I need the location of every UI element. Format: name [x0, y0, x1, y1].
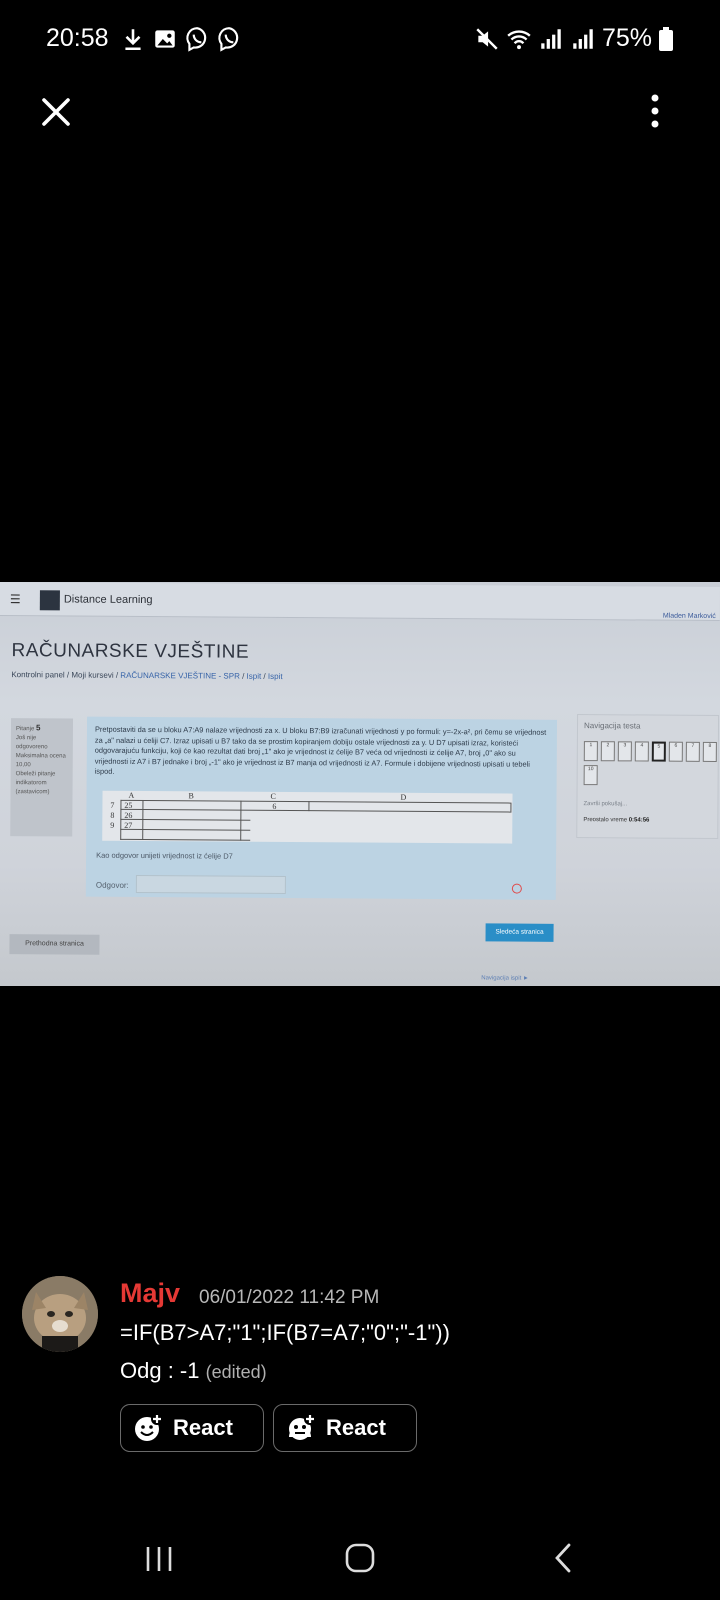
lms-logo: [39, 590, 60, 611]
answer-label: Odgovor:: [95, 880, 129, 890]
lms-app-name: Distance Learning: [63, 593, 153, 607]
add-reaction-alt-icon: [289, 1413, 316, 1440]
battery-percent: 75%: [601, 24, 652, 52]
react-button[interactable]: React: [273, 1404, 417, 1452]
viber-icon: [186, 27, 207, 52]
hamburger-icon: ☰: [9, 592, 21, 607]
quiz-navigation: Navigacija testa 1 2 3 4 5 6 7 8 10 Zavr…: [576, 714, 720, 840]
prev-page-button: Prethodna stranica: [9, 934, 100, 955]
image-icon: [155, 30, 175, 48]
message-timestamp: 06/01/2022 11:42 PM: [199, 1287, 380, 1308]
attached-photo[interactable]: ☰ Distance Learning Mladen Marković RAČU…: [0, 582, 720, 986]
signal-icon: [541, 28, 561, 49]
lms-topbar: ☰ Distance Learning Mladen Marković: [0, 582, 720, 622]
download-icon: [125, 29, 141, 51]
footer-link: Navigacija ispit ►: [481, 975, 529, 982]
answer-note: Kao odgovor unijeti vrijednost iz ćelije…: [96, 850, 233, 861]
message-text-line: =IF(B7>A7;"1";IF(B7=A7;"0";"-1")): [120, 1320, 450, 1345]
question-text: Pretpostaviti da se u bloku A7:A9 nalaze…: [94, 724, 547, 776]
system-nav-bar: [0, 1520, 720, 1600]
course-title: RAČUNARSKE VJEŠTINE: [11, 640, 250, 663]
status-bar: 20:58 75%: [0, 0, 720, 80]
message-text-line: Odg : -1 (edited): [120, 1358, 267, 1383]
react-button[interactable]: React: [120, 1404, 264, 1452]
add-reaction-icon: [135, 1413, 163, 1441]
wifi-icon: [507, 29, 531, 49]
status-time: 20:58: [46, 24, 109, 52]
close-icon[interactable]: [36, 92, 76, 132]
next-page-button: Sledeća stranica: [485, 923, 554, 942]
breadcrumb: Kontrolni panel / Moji kursevi / RAČUNAR…: [11, 670, 283, 681]
viber-icon: [218, 27, 239, 52]
avatar[interactable]: [22, 1276, 98, 1352]
more-vert-icon[interactable]: [645, 92, 665, 132]
error-icon: [511, 883, 522, 894]
mute-icon: [476, 27, 498, 50]
home-icon[interactable]: [344, 1542, 376, 1574]
signal-icon: [573, 28, 593, 49]
back-icon[interactable]: [553, 1542, 573, 1574]
spreadsheet-table: A B C D 7 25 6 8 26 9 27: [102, 790, 513, 844]
recent-apps-icon[interactable]: [144, 1544, 174, 1574]
battery-icon: [659, 26, 673, 51]
message-author[interactable]: Majv: [120, 1278, 180, 1309]
lms-user: Mladen Marković: [662, 612, 716, 620]
edited-label: (edited): [205, 1362, 267, 1382]
question-box: Pretpostaviti da se u bloku A7:A9 nalaze…: [85, 716, 558, 900]
question-info: Pitanje 5 Još nije odgovoreno Maksimalna…: [10, 718, 74, 837]
answer-field: [135, 874, 286, 895]
